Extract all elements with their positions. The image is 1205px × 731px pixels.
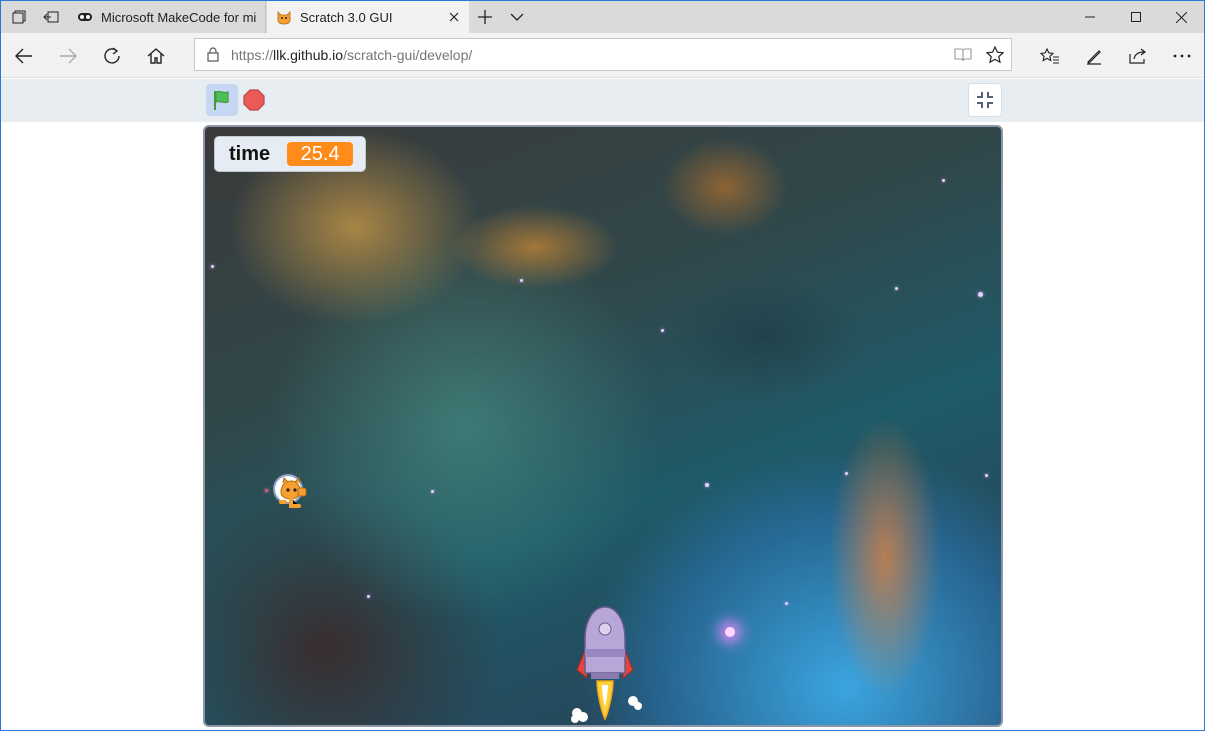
star — [942, 179, 945, 182]
tab-title: Scratch 3.0 GUI — [300, 9, 393, 25]
star — [265, 489, 268, 492]
minimize-icon[interactable] — [1067, 1, 1113, 33]
stop-octagon-icon — [243, 89, 265, 111]
star — [845, 472, 848, 475]
address-bar[interactable]: https://llk.github.io/scratch-gui/develo… — [194, 38, 1012, 71]
makecode-icon — [77, 9, 93, 25]
green-flag-icon — [214, 90, 229, 110]
star — [431, 490, 434, 493]
favorite-star-icon[interactable] — [979, 39, 1011, 70]
refresh-icon[interactable] — [94, 38, 130, 74]
cat-astronaut-sprite[interactable] — [271, 472, 313, 514]
exit-full-screen-icon — [977, 92, 993, 108]
star — [520, 279, 523, 282]
star — [211, 265, 214, 268]
monitor-value: 25.4 — [287, 142, 354, 166]
stage-canvas[interactable]: time 25.4 — [203, 125, 1003, 727]
tab-actions-icon[interactable] — [3, 1, 35, 33]
lock-icon[interactable] — [195, 47, 231, 62]
rocketship-sprite[interactable] — [567, 605, 643, 727]
share-icon[interactable] — [1120, 38, 1156, 74]
new-tab-icon[interactable] — [469, 1, 501, 33]
reading-view-icon[interactable] — [947, 39, 979, 70]
tab-bar: Microsoft MakeCode for mi Scratch 3.0 GU… — [1, 1, 1204, 33]
star — [785, 602, 788, 605]
scratch-stage-header — [1, 79, 1204, 122]
navigation-bar: https://llk.github.io/scratch-gui/develo… — [1, 33, 1204, 78]
scratch-cat-icon — [276, 9, 292, 25]
green-flag-button[interactable] — [206, 84, 238, 116]
forward-arrow-icon[interactable] — [50, 38, 86, 74]
star — [978, 292, 983, 297]
monitor-label: time — [229, 142, 271, 165]
tab-title: Microsoft MakeCode for mi — [101, 9, 257, 25]
set-tabs-aside-icon[interactable] — [35, 1, 67, 33]
star — [367, 595, 370, 598]
url-host: llk.github.io — [273, 46, 344, 63]
browser-window: Microsoft MakeCode for mi Scratch 3.0 GU… — [0, 0, 1205, 731]
exit-full-screen-button[interactable] — [968, 83, 1002, 117]
star — [705, 483, 709, 487]
more-options-icon[interactable] — [1164, 38, 1200, 74]
bright-star — [725, 627, 735, 637]
close-tab-icon[interactable] — [439, 12, 469, 22]
favorites-hub-icon[interactable] — [1032, 38, 1068, 74]
tab-scratch[interactable]: Scratch 3.0 GUI — [267, 1, 469, 33]
tab-makecode[interactable]: Microsoft MakeCode for mi — [68, 1, 266, 33]
star — [895, 287, 898, 290]
star — [985, 474, 988, 477]
url-path: /scratch-gui/develop/ — [343, 46, 473, 63]
home-icon[interactable] — [138, 38, 174, 74]
close-window-icon[interactable] — [1158, 1, 1204, 33]
tab-preview-chevron-icon[interactable] — [501, 1, 533, 33]
url-scheme: https:// — [231, 46, 274, 63]
stop-button[interactable] — [241, 84, 267, 116]
time-variable-monitor[interactable]: time 25.4 — [214, 136, 366, 172]
back-arrow-icon[interactable] — [6, 38, 42, 74]
url-text[interactable]: https://llk.github.io/scratch-gui/develo… — [231, 47, 947, 63]
web-note-pen-icon[interactable] — [1076, 38, 1112, 74]
maximize-icon[interactable] — [1113, 1, 1159, 33]
star — [661, 329, 664, 332]
